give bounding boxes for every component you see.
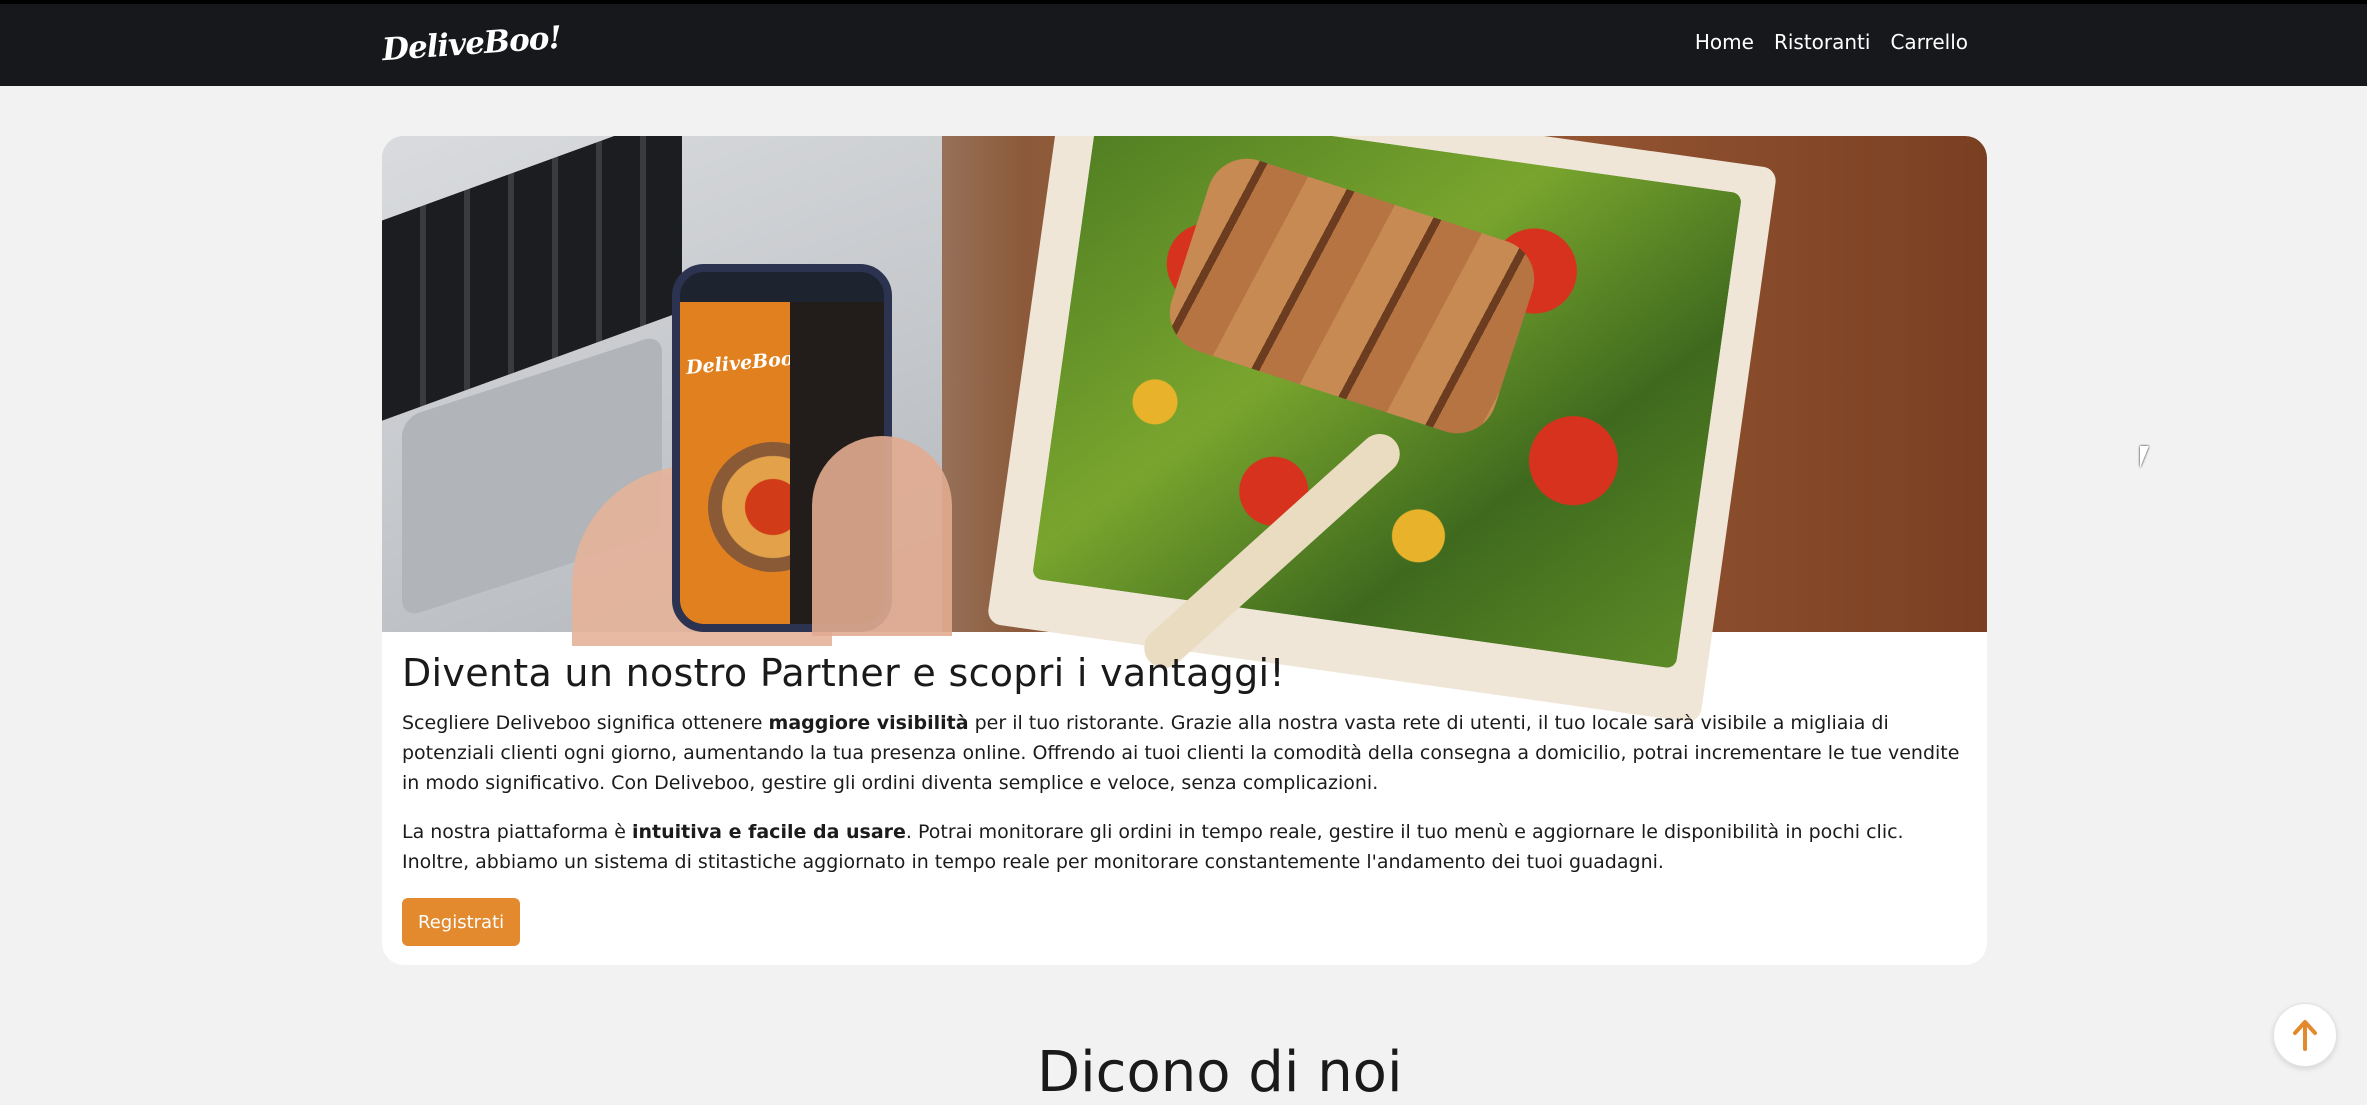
partner-paragraph-visibility: Scegliere Deliveboo significa ottenere m… (402, 708, 1967, 798)
arrow-up-icon (2293, 1020, 2317, 1051)
mouse-cursor (2140, 446, 2158, 468)
partner-card: DeliveBoo! Diventa un nostro Partner e s… (382, 136, 1987, 965)
main-nav: Home Ristoranti Carrello (1695, 30, 1968, 54)
nav-home-link[interactable]: Home (1695, 30, 1754, 54)
scroll-to-top-button[interactable] (2273, 1003, 2337, 1067)
partner-title: Diventa un nostro Partner e scopri i van… (402, 651, 1285, 695)
brand-logo[interactable]: DeliveBoo! (381, 20, 562, 68)
testimonials-title: Dicono di noi (1037, 1040, 1403, 1105)
paragraph-text: Scegliere Deliveboo significa ottenere (402, 712, 769, 734)
nav-restaurants-link[interactable]: Ristoranti (1774, 30, 1871, 54)
paragraph-bold: maggiore visibilità (768, 712, 969, 734)
hero-image: DeliveBoo! (382, 136, 1987, 724)
paragraph-bold: intuitiva e facile da usare (632, 821, 906, 843)
thumb-illustration (812, 436, 952, 636)
paragraph-text: La nostra piattaforma è (402, 821, 633, 843)
register-button[interactable]: Registrati (402, 898, 521, 946)
partner-paragraph-platform: La nostra piattaforma è intuitiva e faci… (402, 817, 1967, 877)
phone-screen-app: DeliveBoo! (680, 302, 838, 624)
nav-cart-link[interactable]: Carrello (1890, 30, 1968, 54)
top-navbar: DeliveBoo! Home Ristoranti Carrello (0, 0, 2367, 86)
phone-app-logo: DeliveBoo! (685, 346, 803, 380)
